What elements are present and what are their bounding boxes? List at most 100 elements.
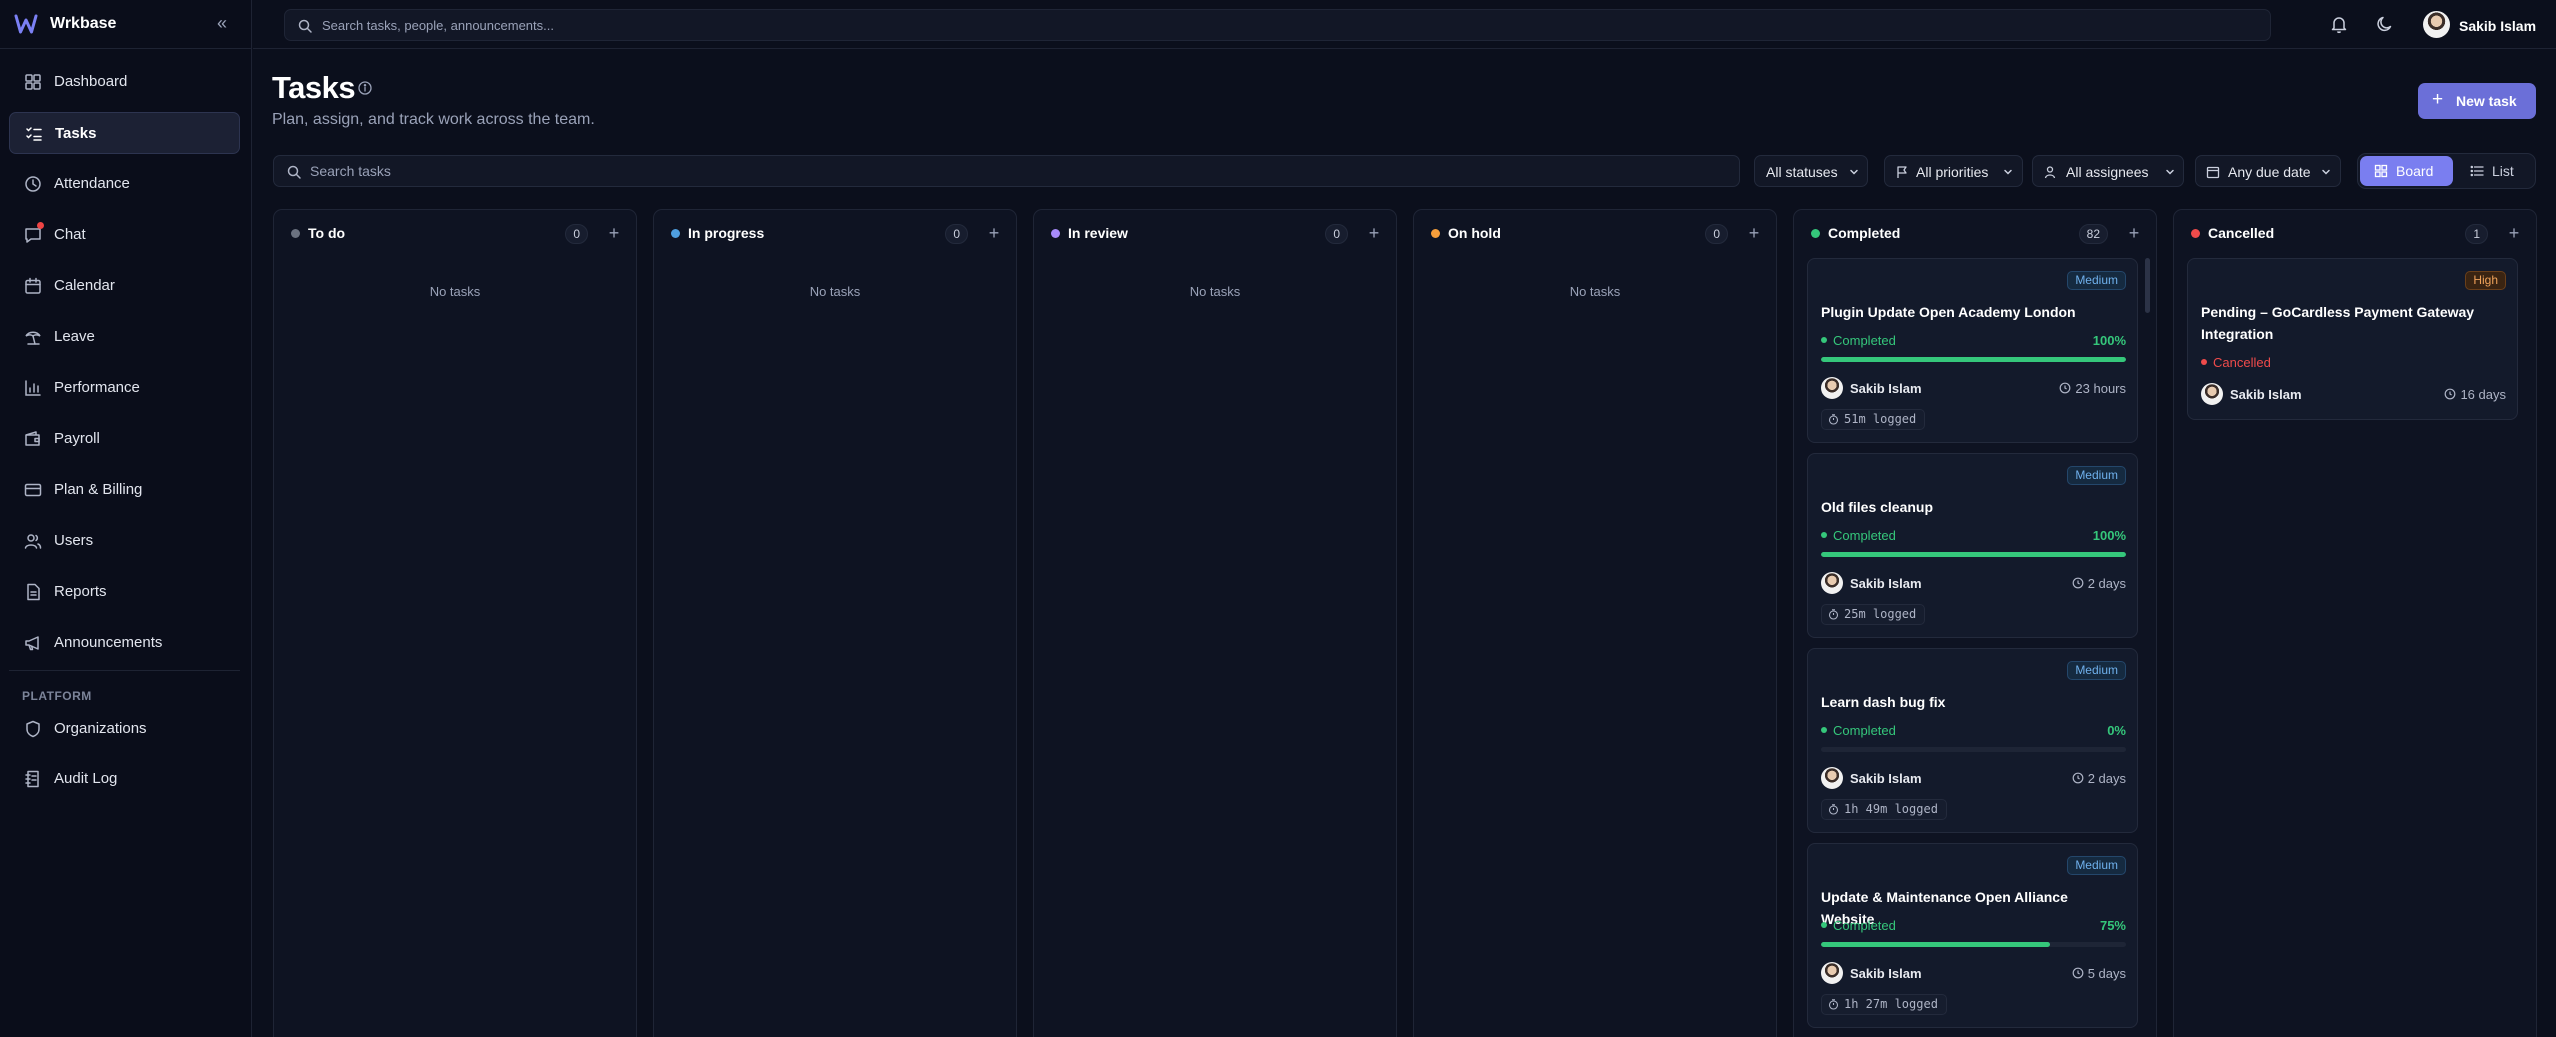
assignee-filter[interactable]: All assignees — [2032, 155, 2184, 187]
status-dot — [1821, 922, 1827, 928]
sidebar-item-label: Audit Log — [54, 770, 118, 787]
app-name: Wrkbase — [50, 15, 117, 32]
new-task-button[interactable]: + New task — [2418, 83, 2536, 119]
sidebar-item-users[interactable]: Users — [9, 520, 240, 562]
time-logged-label: 25m logged — [1844, 607, 1917, 621]
assignee-name: Sakib Islam — [1850, 966, 1922, 981]
tasks-icon — [26, 127, 42, 141]
sidebar-item-organizations[interactable]: Organizations — [9, 708, 240, 750]
sidebar-item-leave[interactable]: Leave — [9, 316, 240, 358]
user-menu[interactable]: Sakib Islam — [2423, 10, 2548, 40]
add-task-icon[interactable]: + — [604, 223, 624, 243]
list-view-button[interactable]: List — [2456, 156, 2533, 186]
global-search-input[interactable]: Search tasks, people, announcements... — [284, 9, 2271, 41]
sidebar-item-calendar[interactable]: Calendar — [9, 265, 240, 307]
progress-bar-fill — [1821, 942, 2050, 947]
column-status-dot — [1431, 229, 1440, 238]
time-logged-label: 1h 49m logged — [1844, 802, 1938, 816]
priority-filter[interactable]: All priorities — [1884, 155, 2023, 187]
task-card[interactable]: Medium Learn dash bug fix Completed 0% S… — [1807, 648, 2138, 833]
sidebar-item-attendance[interactable]: Attendance — [9, 163, 240, 205]
timer-icon — [1828, 804, 1839, 815]
task-card[interactable]: Medium Plugin Update Open Academy London… — [1807, 258, 2138, 443]
sidebar-item-label: Dashboard — [54, 73, 128, 90]
empty-state: No tasks — [1189, 284, 1241, 299]
sidebar-item-plan-billing[interactable]: Plan & Billing — [9, 469, 240, 511]
clock-icon — [2072, 967, 2084, 979]
column-status-dot — [671, 229, 680, 238]
due-label: 23 hours — [2075, 381, 2126, 396]
sidebar-item-audit-log[interactable]: Audit Log — [9, 758, 240, 800]
assignee-name: Sakib Islam — [1850, 381, 1922, 396]
add-task-icon[interactable]: + — [1364, 223, 1384, 243]
status-filter[interactable]: All statuses — [1754, 155, 1868, 187]
sidebar-item-announcements[interactable]: Announcements — [9, 622, 240, 664]
wrkbase-logo-icon[interactable] — [14, 12, 38, 36]
user-icon — [2044, 166, 2056, 179]
task-card[interactable]: Medium Old files cleanup Completed 100% … — [1807, 453, 2138, 638]
task-title: Old files cleanup — [1821, 499, 1934, 515]
clock-icon — [25, 176, 41, 192]
due-time: 16 days — [2444, 387, 2506, 402]
due-date-filter[interactable]: Any due date — [2195, 155, 2341, 187]
bell-icon[interactable] — [2329, 14, 2349, 34]
file-text-icon — [27, 583, 40, 601]
add-task-icon[interactable]: + — [2504, 223, 2524, 243]
board-view-label: Board — [2396, 163, 2434, 179]
topbar: Search tasks, people, announcements... S… — [253, 0, 2556, 49]
sidebar-item-tasks[interactable]: Tasks — [9, 112, 240, 154]
assignee-name: Sakib Islam — [1850, 771, 1922, 786]
due-time: 23 hours — [2059, 381, 2126, 396]
progress-bar — [1821, 942, 2126, 947]
page-title: Tasks — [272, 70, 356, 105]
status-dot — [1821, 727, 1827, 733]
sidebar-item-chat[interactable]: Chat — [9, 214, 240, 256]
board-view-button[interactable]: Board — [2360, 156, 2453, 186]
add-task-icon[interactable]: + — [1744, 223, 1764, 243]
sidebar-item-dashboard[interactable]: Dashboard — [9, 61, 240, 103]
time-logged: 1h 27m logged — [1821, 994, 1947, 1015]
column-status-dot — [1051, 229, 1060, 238]
sidebar-item-performance[interactable]: Performance — [9, 367, 240, 409]
sidebar-item-label: Attendance — [54, 175, 130, 192]
time-logged-label: 1h 27m logged — [1844, 997, 1938, 1011]
sidebar-item-label: Leave — [54, 328, 95, 345]
new-task-label: New task — [2456, 93, 2517, 109]
clock-icon — [2072, 577, 2084, 589]
progress-percent: 75% — [2099, 918, 2126, 933]
sidebar-item-reports[interactable]: Reports — [9, 571, 240, 613]
priority-filter-value: All priorities — [1916, 164, 1989, 180]
info-icon[interactable] — [357, 80, 373, 96]
scrollbar[interactable] — [2145, 258, 2150, 313]
priority-badge: Medium — [2067, 466, 2126, 485]
progress-percent: 0% — [2107, 723, 2126, 738]
column-status-dot — [2191, 229, 2200, 238]
task-card[interactable]: High Pending – GoCardless Payment Gatewa… — [2187, 258, 2518, 420]
chevron-down-icon — [2004, 169, 2012, 175]
add-task-icon[interactable]: + — [984, 223, 1004, 243]
due-label: 2 days — [2087, 771, 2126, 786]
list-view-label: List — [2492, 163, 2514, 179]
status-filter-value: All statuses — [1766, 164, 1838, 180]
chevrons-left-icon[interactable]: « — [212, 14, 232, 34]
avatar — [1821, 767, 1843, 789]
avatar — [1821, 572, 1843, 594]
column-cancelled: Cancelled 1 + High Pending – GoCardless … — [2173, 209, 2537, 1037]
task-card[interactable]: Medium Update & Maintenance Open Allianc… — [1807, 843, 2138, 1028]
sidebar-item-payroll[interactable]: Payroll — [9, 418, 240, 460]
global-search-placeholder: Search tasks, people, announcements... — [322, 18, 554, 33]
grid-icon — [2374, 164, 2388, 178]
timer-icon — [1828, 609, 1839, 620]
time-logged-label: 51m logged — [1844, 412, 1917, 426]
priority-badge: Medium — [2067, 661, 2126, 680]
task-search-input[interactable] — [310, 161, 1710, 181]
sidebar-item-label: Reports — [54, 583, 107, 600]
due-time: 2 days — [2072, 576, 2126, 591]
add-task-icon[interactable]: + — [2124, 223, 2144, 243]
sidebar-item-label: Organizations — [54, 720, 147, 737]
column-count: 0 — [945, 224, 968, 244]
moon-icon[interactable] — [2375, 14, 2395, 34]
time-logged: 25m logged — [1821, 604, 1926, 625]
calendar-icon — [25, 277, 41, 294]
task-status-label: Completed — [1833, 528, 1896, 543]
